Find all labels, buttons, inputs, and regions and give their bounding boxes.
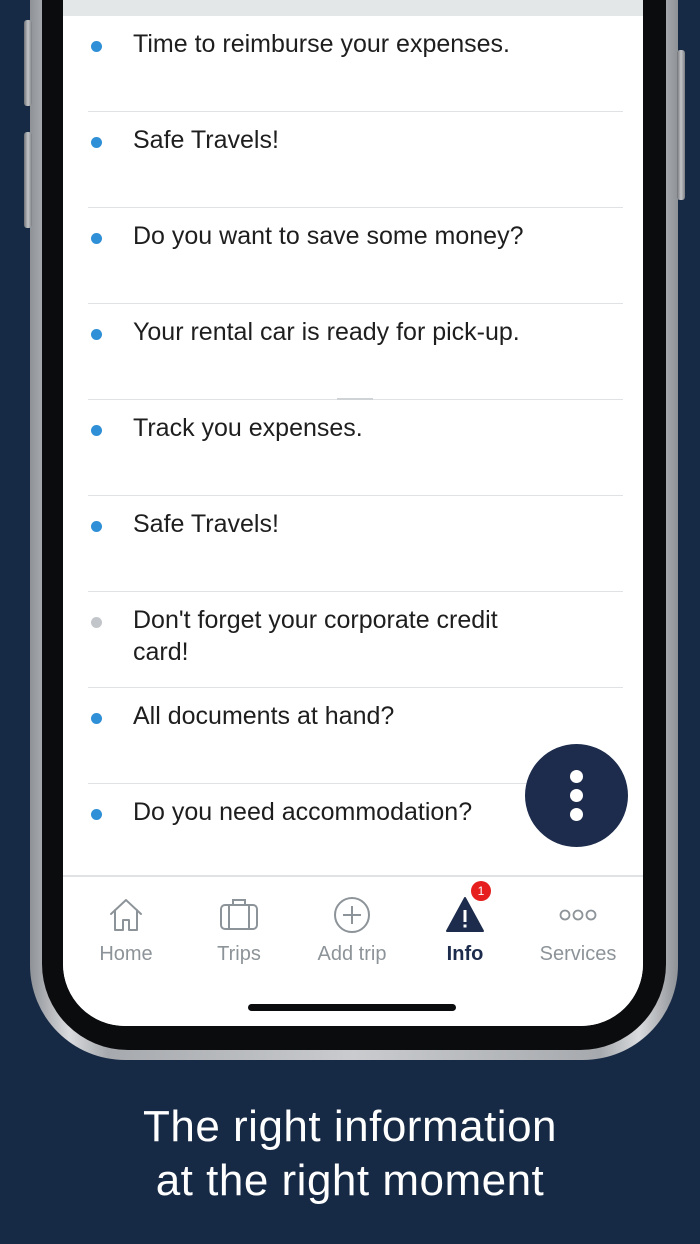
- unread-dot-icon: [91, 41, 102, 52]
- vertical-dots-icon: [570, 789, 583, 802]
- notification-text: Safe Travels!: [133, 126, 279, 154]
- caption-line: The right information: [142, 1102, 558, 1151]
- tab-trips[interactable]: Trips: [183, 895, 295, 966]
- unread-dot-icon: [91, 137, 102, 148]
- tab-services[interactable]: Services: [522, 895, 634, 966]
- read-dot-icon: [91, 617, 102, 628]
- phone-screen: Time to reimburse your expenses. Safe Tr…: [63, 0, 643, 1026]
- unread-dot-icon: [91, 329, 102, 340]
- tab-label: Home: [99, 943, 153, 965]
- notification-text: All documents at hand?: [133, 702, 395, 730]
- unread-dot-icon: [91, 233, 102, 244]
- plus-circle-icon: [334, 897, 370, 933]
- list-item[interactable]: Track you expenses.: [88, 400, 623, 496]
- tab-label: Info: [446, 943, 484, 965]
- list-item[interactable]: Don't forget your corporate credit card!: [88, 592, 623, 688]
- caption-line: at the right moment: [155, 1156, 545, 1205]
- notification-text: Do you want to save some money?: [133, 222, 524, 250]
- more-actions-button[interactable]: [525, 744, 628, 847]
- tab-add-trip[interactable]: Add trip: [296, 895, 408, 966]
- more-dots-icon: [559, 909, 597, 921]
- suitcase-icon: [220, 899, 258, 930]
- vertical-dots-icon: [570, 770, 583, 783]
- vertical-dots-icon: [570, 808, 583, 821]
- list-item[interactable]: Your rental car is ready for pick-up.: [88, 304, 623, 400]
- notification-badge: 1: [471, 881, 491, 901]
- power-button: [677, 50, 685, 200]
- notification-text: Do you need accommodation?: [133, 798, 473, 826]
- home-icon: [110, 899, 142, 931]
- tab-label: Trips: [217, 943, 261, 965]
- notification-text: Don't forget your corporate credit card!: [133, 606, 498, 666]
- notification-text: Time to reimburse your expenses.: [133, 30, 511, 58]
- volume-down-button: [24, 132, 32, 228]
- marketing-caption: The right information at the right momen…: [0, 1100, 700, 1208]
- tab-home[interactable]: Home: [70, 895, 182, 966]
- list-item[interactable]: Safe Travels!: [88, 496, 623, 592]
- list-item[interactable]: Do you want to save some money?: [88, 208, 623, 304]
- notification-text: Track you expenses.: [133, 414, 363, 442]
- unread-dot-icon: [91, 809, 102, 820]
- list-item[interactable]: Time to reimburse your expenses.: [88, 16, 623, 112]
- notification-text: Safe Travels!: [133, 510, 279, 538]
- pull-handle: [337, 398, 373, 400]
- unread-dot-icon: [91, 521, 102, 532]
- home-indicator[interactable]: [248, 1004, 456, 1011]
- tab-info[interactable]: 1 Info: [409, 881, 521, 966]
- volume-up-button: [24, 20, 32, 106]
- top-bar: [63, 0, 643, 16]
- tab-label: Services: [539, 943, 617, 965]
- unread-dot-icon: [91, 713, 102, 724]
- tab-label: Add trip: [317, 943, 387, 965]
- list-item[interactable]: Safe Travels!: [88, 112, 623, 208]
- notification-text: Your rental car is ready for pick-up.: [133, 318, 520, 346]
- unread-dot-icon: [91, 425, 102, 436]
- warning-icon: [446, 897, 484, 932]
